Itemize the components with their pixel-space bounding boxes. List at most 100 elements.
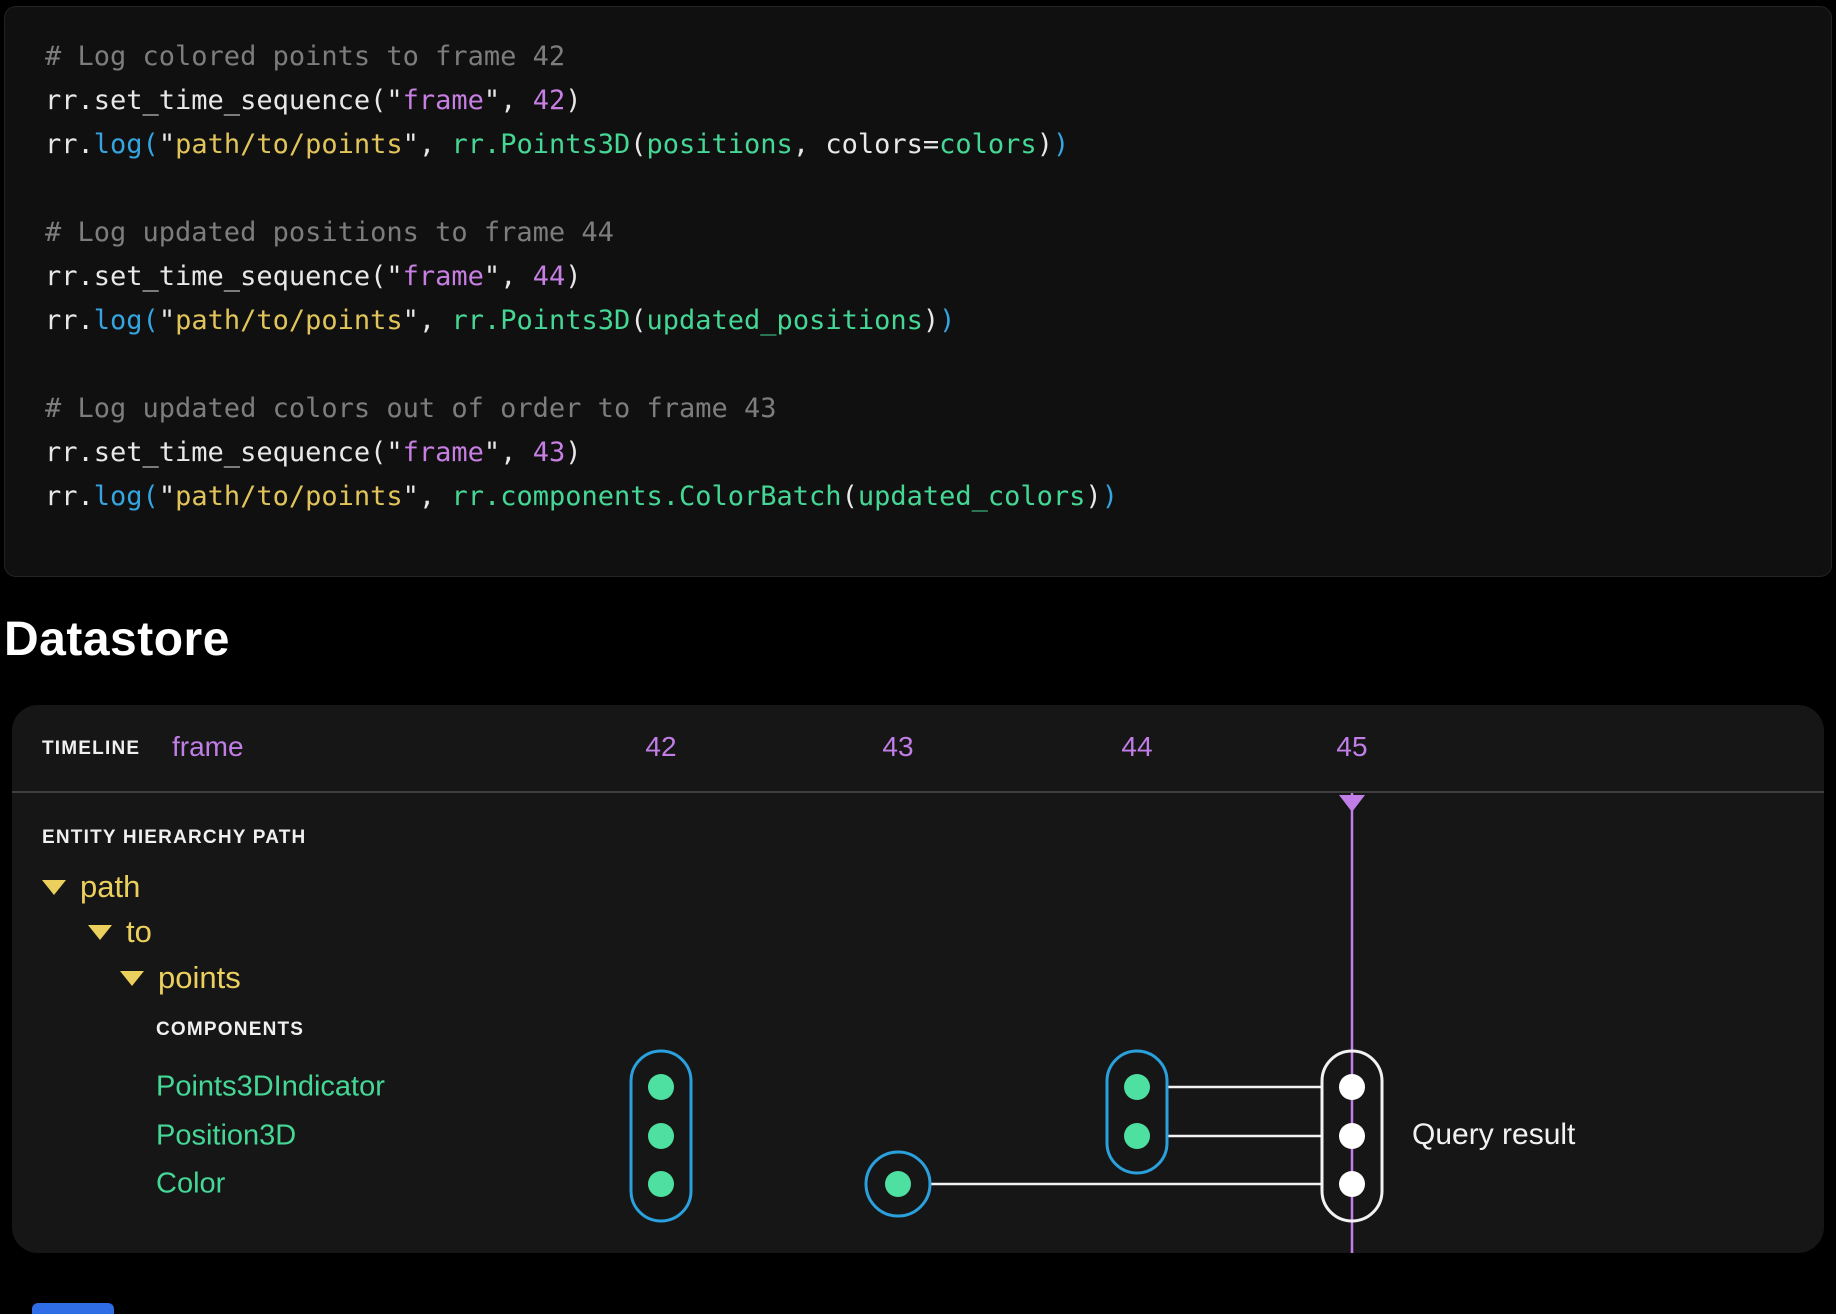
entity-hierarchy-label: ENTITY HIERARCHY PATH: [42, 827, 306, 849]
code-token: path/to/points: [175, 129, 403, 160]
docs-page: { "code": { "lines": [ [{"c":"cm","t":"#…: [0, 0, 1836, 1314]
code-token: # Log colored points to frame 42: [45, 41, 565, 72]
code-token: frame: [403, 85, 484, 116]
code-token: ",: [484, 437, 533, 468]
dot-query-color: [1339, 1171, 1365, 1197]
code-token: ): [565, 261, 581, 292]
code-token: updated_positions: [647, 305, 923, 336]
entity-tree-item-to: to: [88, 914, 152, 950]
code-token: ",: [403, 129, 452, 160]
component-name-Position3D: Position3D: [156, 1120, 296, 1153]
code-token: 43: [533, 437, 566, 468]
code-token: ": [159, 129, 175, 160]
code-token: ": [159, 481, 175, 512]
code-token: rr.: [45, 481, 94, 512]
frame-column-43: 43: [882, 731, 913, 763]
code-line: # Log updated colors out of order to fra…: [45, 387, 1791, 431]
frame-column-42: 42: [645, 731, 676, 763]
entity-tree-item-path: path: [42, 869, 140, 905]
code-token: ): [565, 437, 581, 468]
code-line: # Log colored points to frame 42: [45, 35, 1791, 79]
code-token: rr.Points3D: [451, 129, 630, 160]
code-token: (: [630, 129, 646, 160]
code-token: rr.: [45, 129, 94, 160]
dot-frame42-indicator: [648, 1074, 674, 1100]
code-token: ": [386, 85, 402, 116]
code-token: 44: [533, 261, 566, 292]
dot-frame42-color: [648, 1171, 674, 1197]
code-token: ): [939, 305, 955, 336]
frame-column-45: 45: [1336, 731, 1367, 763]
code-token: # Log updated colors out of order to fra…: [45, 393, 777, 424]
frame-column-44: 44: [1121, 731, 1152, 763]
entity-name: to: [126, 914, 152, 950]
expand-triangle-icon: [120, 971, 144, 986]
code-line: [45, 343, 1791, 387]
component-name-Color: Color: [156, 1168, 225, 1201]
code-token: rr.: [45, 305, 94, 336]
components-label: COMPONENTS: [156, 1019, 304, 1041]
dot-frame44-position: [1124, 1123, 1150, 1149]
code-token: 42: [533, 85, 566, 116]
code-token: ): [1085, 481, 1101, 512]
code-token: ): [1053, 129, 1069, 160]
code-token: ": [386, 437, 402, 468]
code-token: path/to/points: [175, 481, 403, 512]
cell-frame42: [631, 1051, 691, 1221]
code-token: rr.set_time_sequence(: [45, 261, 386, 292]
code-token: ",: [484, 261, 533, 292]
cell-frame43: [866, 1152, 930, 1216]
code-token: rr.components.ColorBatch: [451, 481, 841, 512]
time-cursor-marker-icon: [1339, 795, 1365, 812]
expand-triangle-icon: [42, 880, 66, 895]
code-token: path/to/points: [175, 305, 403, 336]
code-token: frame: [403, 261, 484, 292]
code-snippet: # Log colored points to frame 42 rr.set_t…: [45, 35, 1791, 519]
code-token: , colors=: [793, 129, 939, 160]
code-line: rr.set_time_sequence("frame", 43): [45, 431, 1791, 475]
bottom-partial-button[interactable]: [32, 1303, 114, 1314]
code-token: ",: [484, 85, 533, 116]
entity-name: points: [158, 960, 241, 996]
datastore-panel: TIMELINE frame 42 43 44 45 ENTITY HIERARCHY…: [12, 705, 1824, 1253]
code-token: rr.set_time_sequence(: [45, 85, 386, 116]
timeline-header: TIMELINE frame 42 43 44 45: [12, 705, 1824, 793]
cell-frame44: [1107, 1051, 1167, 1173]
code-line: rr.log("path/to/points", rr.Points3D(pos…: [45, 123, 1791, 167]
code-token: updated_colors: [858, 481, 1086, 512]
code-line: rr.set_time_sequence("frame", 42): [45, 79, 1791, 123]
code-token: ",: [403, 305, 452, 336]
code-token: colors: [939, 129, 1037, 160]
code-token: ): [1037, 129, 1053, 160]
code-token: ",: [403, 481, 452, 512]
timeline-label: TIMELINE: [42, 738, 140, 760]
expand-triangle-icon: [88, 925, 112, 940]
dot-frame43-color: [885, 1171, 911, 1197]
code-line: rr.log("path/to/points", rr.components.C…: [45, 475, 1791, 519]
dot-frame42-position: [648, 1123, 674, 1149]
code-token: rr.Points3D: [451, 305, 630, 336]
code-line: rr.set_time_sequence("frame", 44): [45, 255, 1791, 299]
code-token: ): [565, 85, 581, 116]
query-result-label: Query result: [1412, 1118, 1575, 1152]
dot-query-position: [1339, 1123, 1365, 1149]
code-token: ": [159, 305, 175, 336]
code-block: # Log colored points to frame 42 rr.set_t…: [4, 6, 1832, 577]
code-token: positions: [647, 129, 793, 160]
code-token: (: [630, 305, 646, 336]
code-token: ): [923, 305, 939, 336]
code-token: # Log updated positions to frame 44: [45, 217, 614, 248]
dot-frame44-indicator: [1124, 1074, 1150, 1100]
dot-query-indicator: [1339, 1074, 1365, 1100]
code-token: frame: [403, 437, 484, 468]
code-token: log(: [94, 305, 159, 336]
page-title: Datastore: [4, 612, 230, 667]
code-line: [45, 167, 1791, 211]
timeline-name: frame: [172, 731, 244, 763]
entity-tree-item-points: points: [120, 960, 241, 996]
code-token: (: [842, 481, 858, 512]
code-token: ): [1102, 481, 1118, 512]
code-line: # Log updated positions to frame 44: [45, 211, 1791, 255]
entity-name: path: [80, 869, 140, 905]
query-result-capsule: [1322, 1051, 1382, 1221]
